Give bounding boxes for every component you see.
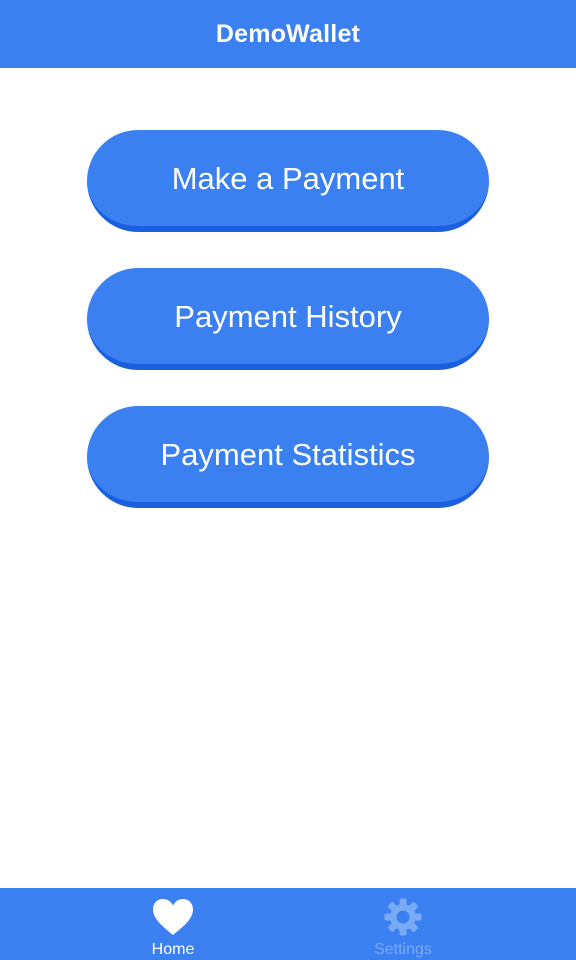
payment-statistics-button[interactable]: Payment Statistics — [87, 406, 489, 508]
payment-history-button[interactable]: Payment History — [87, 268, 489, 370]
app-title: DemoWallet — [215, 19, 361, 48]
tab-settings-label: Settings — [374, 941, 432, 958]
payment-statistics-label: Payment Statistics — [160, 437, 416, 472]
tab-home[interactable]: Home — [113, 888, 233, 960]
app-screen: DemoWallet Make a Payment Payment Histor… — [0, 0, 576, 960]
main-content: Make a Payment Payment History Payment S… — [0, 68, 576, 888]
nav-header: DemoWallet — [0, 0, 576, 68]
tab-settings[interactable]: Settings — [343, 888, 463, 960]
tab-bar: Home Settings — [0, 888, 576, 960]
make-payment-label: Make a Payment — [171, 161, 405, 196]
tab-home-label: Home — [151, 941, 195, 958]
make-payment-button[interactable]: Make a Payment — [87, 130, 489, 232]
payment-history-label: Payment History — [174, 299, 402, 334]
gear-icon — [382, 896, 424, 938]
heart-icon — [152, 896, 194, 938]
